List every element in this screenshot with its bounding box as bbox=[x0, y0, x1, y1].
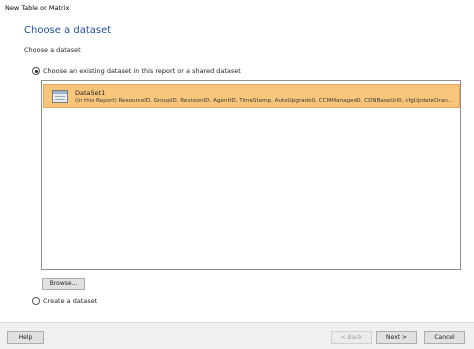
page-heading: Choose a dataset bbox=[24, 25, 112, 36]
dataset-name: DataSet1 bbox=[75, 89, 106, 97]
browse-button[interactable]: Browse... bbox=[42, 278, 85, 290]
help-button[interactable]: Help bbox=[7, 331, 44, 344]
cancel-button[interactable]: Cancel bbox=[424, 331, 465, 344]
dataset-list[interactable]: DataSet1 (in this Report) ResourceID, Gr… bbox=[41, 80, 461, 270]
dataset-fields: (in this Report) ResourceID, GroupID, Re… bbox=[75, 98, 454, 104]
create-dataset-radio[interactable] bbox=[32, 297, 40, 305]
page-subheading: Choose a dataset bbox=[24, 46, 81, 54]
back-button[interactable]: < Back bbox=[331, 331, 372, 344]
existing-dataset-label[interactable]: Choose an existing dataset in this repor… bbox=[43, 67, 241, 75]
existing-dataset-radio[interactable] bbox=[32, 67, 40, 75]
next-button[interactable]: Next > bbox=[376, 331, 417, 344]
dataset-icon bbox=[52, 90, 68, 103]
create-dataset-label[interactable]: Create a dataset bbox=[43, 297, 97, 305]
title-bar: New Table or Matrix bbox=[0, 0, 474, 18]
dialog-footer: Help < Back Next > Cancel bbox=[0, 322, 474, 349]
list-item[interactable]: DataSet1 (in this Report) ResourceID, Gr… bbox=[43, 84, 460, 108]
window-title: New Table or Matrix bbox=[5, 4, 70, 12]
